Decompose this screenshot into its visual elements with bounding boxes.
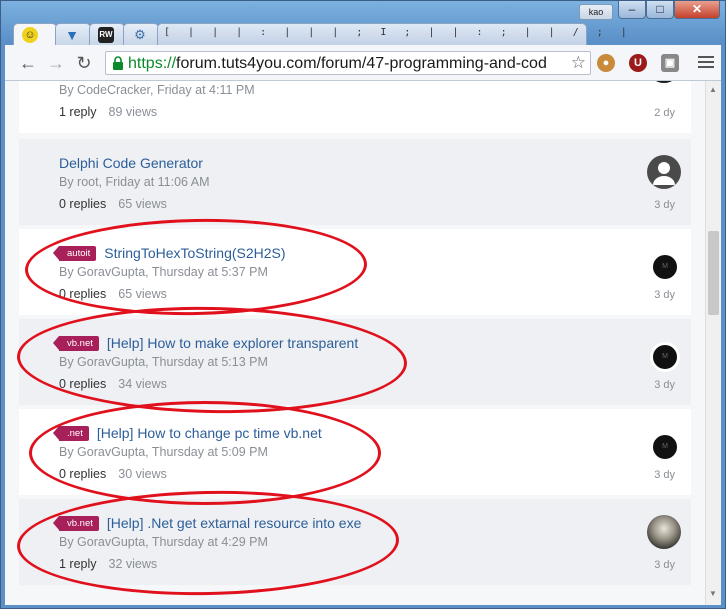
ublock-extension-icon[interactable]: U xyxy=(629,54,647,72)
scroll-thumb[interactable] xyxy=(708,231,719,315)
tab-title: [ | | | : | | | ; I ; | | : ; | | / ; | xyxy=(164,27,633,38)
address-bar[interactable]: https://forum.tuts4you.com/forum/47-prog… xyxy=(105,51,591,75)
topic-age: 3 dy xyxy=(654,289,675,301)
list-item[interactable]: By CodeCracker, Friday at 4:11 PM 1 repl… xyxy=(19,81,691,133)
bookmark-icon: ▼ xyxy=(65,27,79,43)
topic-age: 3 dy xyxy=(654,379,675,391)
default-avatar-icon[interactable] xyxy=(647,155,681,189)
list-item[interactable]: Delphi Code Generator By root, Friday at… xyxy=(19,139,691,225)
url-text: https://forum.tuts4you.com/forum/47-prog… xyxy=(128,55,547,72)
topic-stats: 1 reply 89 views xyxy=(59,105,158,119)
tab-strip: ☺ ▼ RW ⚙ [ | | | : | | | ; I ; | | : ; |… xyxy=(13,23,627,45)
gear-icon: ⚙ xyxy=(134,27,146,42)
lock-icon xyxy=(113,56,123,70)
avatar[interactable]: M xyxy=(650,252,680,282)
title-bar: kao – □ ✕ xyxy=(1,1,725,21)
tab-bookmark[interactable]: ▼ xyxy=(55,23,91,45)
avatar[interactable] xyxy=(647,515,681,549)
bookmark-star-icon[interactable]: ☆ xyxy=(571,53,586,73)
menu-icon[interactable] xyxy=(698,56,714,71)
forward-button[interactable]: → xyxy=(45,53,67,73)
avatar[interactable]: M xyxy=(650,342,680,372)
smiley-icon: ☺ xyxy=(22,27,38,43)
annotation-ellipse xyxy=(29,401,381,505)
profile-button[interactable]: kao xyxy=(579,4,613,20)
browser-window: kao – □ ✕ ☺ ▼ RW ⚙ [ | | | : | | | ; I ;… xyxy=(0,0,726,609)
topic-title[interactable]: Delphi Code Generator xyxy=(59,155,203,171)
avatar[interactable]: M xyxy=(650,432,680,462)
topic-age: 3 dy xyxy=(654,559,675,571)
tab-page[interactable]: [ | | | : | | | ; I ; | | : ; | | / ; | xyxy=(157,23,627,45)
topic-age: 3 dy xyxy=(654,469,675,481)
scroll-up-icon[interactable]: ▲ xyxy=(709,85,717,94)
topic-author-line: By CodeCracker, Friday at 4:11 PM xyxy=(59,83,255,97)
avatar[interactable] xyxy=(647,81,681,83)
topic-age: 3 dy xyxy=(654,199,675,211)
scroll-down-icon[interactable]: ▼ xyxy=(709,589,717,598)
topic-list: By CodeCracker, Friday at 4:11 PM 1 repl… xyxy=(5,81,705,605)
topic-stats: 0 replies 65 views xyxy=(59,197,167,211)
vertical-scrollbar[interactable]: ▲ ▼ xyxy=(705,81,721,605)
rw-icon: RW xyxy=(98,27,114,43)
reload-button[interactable]: ↻ xyxy=(73,53,95,73)
browser-toolbar: ← → ↻ https://forum.tuts4you.com/forum/4… xyxy=(5,45,721,81)
tab-rw[interactable]: RW xyxy=(89,23,125,45)
extension-icon[interactable]: ▣ xyxy=(661,54,679,72)
topic-author-line: By root, Friday at 11:06 AM xyxy=(59,175,210,189)
back-button[interactable]: ← xyxy=(17,53,39,73)
maximize-button[interactable]: □ xyxy=(646,1,674,19)
tab-smiley[interactable]: ☺ xyxy=(13,23,57,45)
minimize-button[interactable]: – xyxy=(618,1,646,19)
close-button[interactable]: ✕ xyxy=(674,1,720,19)
cookie-extension-icon[interactable]: ● xyxy=(597,54,615,72)
tab-gear[interactable]: ⚙ xyxy=(123,23,159,45)
topic-age: 2 dy xyxy=(654,107,675,119)
